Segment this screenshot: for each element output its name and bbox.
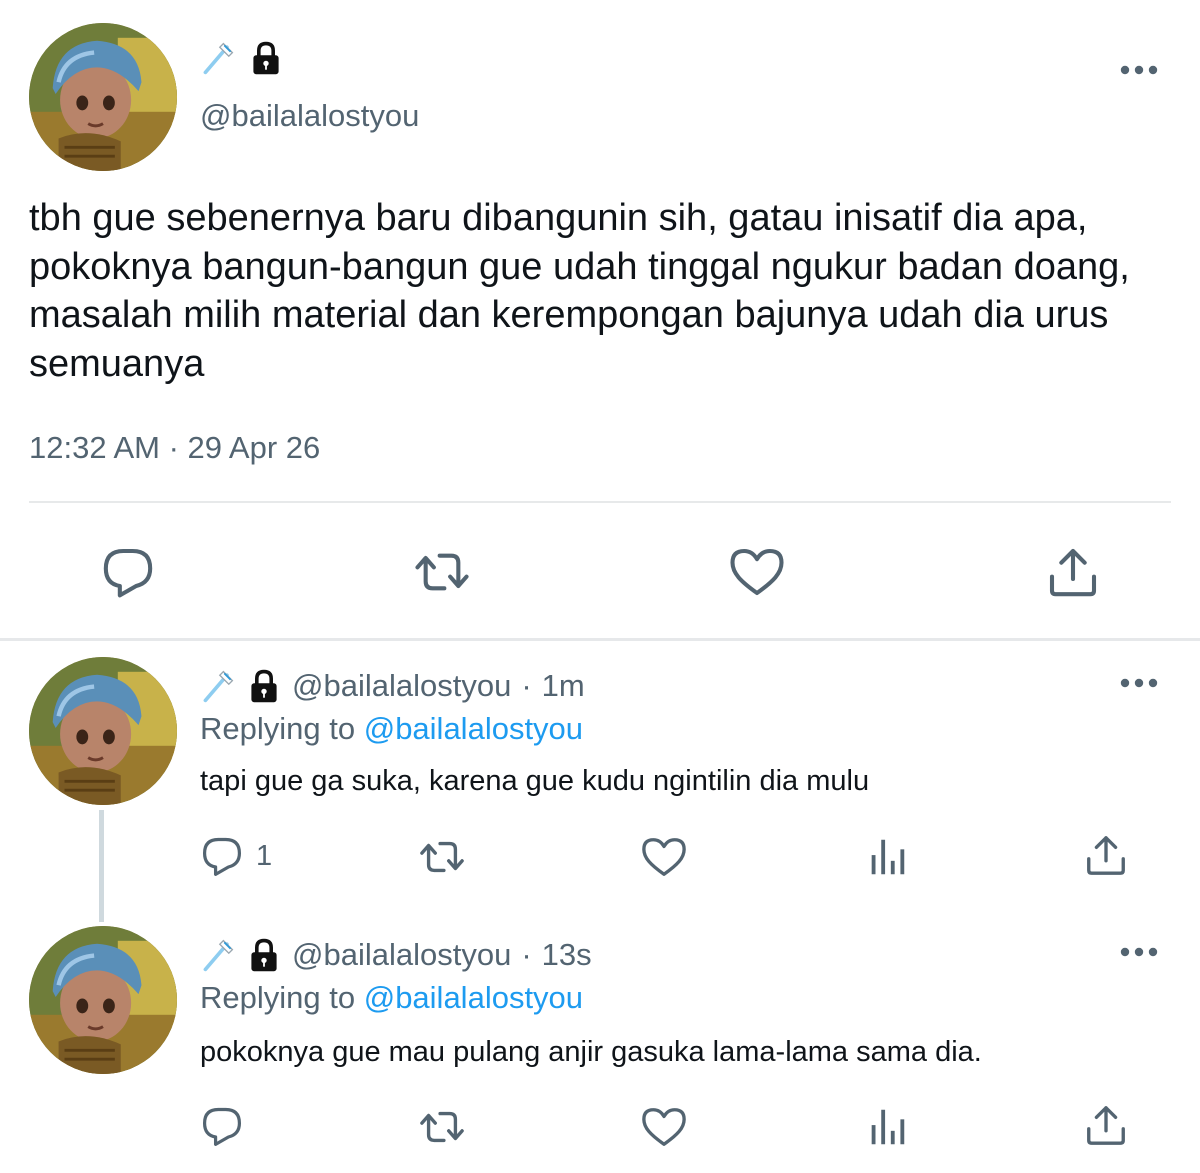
analytics-icon[interactable] <box>864 1104 910 1150</box>
avatar[interactable] <box>29 926 177 1074</box>
lock-icon <box>248 40 284 76</box>
mention-link[interactable]: @bailalalostyou <box>364 711 583 746</box>
toothbrush-icon <box>200 668 236 704</box>
more-options-icon[interactable] <box>1119 946 1159 958</box>
replying-to-line: Replying to @bailalalostyou <box>200 711 583 747</box>
like-icon[interactable] <box>641 1104 687 1150</box>
lock-icon <box>246 668 282 704</box>
analytics-icon[interactable] <box>864 834 910 880</box>
relative-time[interactable]: 13s <box>542 937 592 973</box>
reply-icon[interactable] <box>200 1104 244 1148</box>
display-name[interactable] <box>200 937 282 973</box>
share-icon[interactable] <box>1045 544 1101 600</box>
avatar[interactable] <box>29 657 177 805</box>
separator-dot: · <box>521 937 532 972</box>
replying-prefix: Replying to <box>200 980 356 1015</box>
lock-icon <box>246 937 282 973</box>
reply-count: 1 <box>256 839 273 872</box>
thread-line <box>99 810 104 922</box>
more-options-icon[interactable] <box>1119 677 1159 689</box>
replying-to-line: Replying to @bailalalostyou <box>200 980 583 1016</box>
display-name[interactable] <box>200 40 284 76</box>
tweet-text: tbh gue sebenernya baru dibangunin sih, … <box>29 197 1130 385</box>
reply-header: @bailalalostyou · 1m <box>200 666 585 706</box>
share-icon[interactable] <box>1083 1102 1129 1148</box>
like-icon[interactable] <box>729 544 785 600</box>
retweet-icon[interactable] <box>416 1104 468 1150</box>
tweet-timestamp[interactable]: 12:32 AM · 29 Apr 26 <box>29 430 320 466</box>
more-options-icon[interactable] <box>1119 64 1159 76</box>
toothbrush-icon <box>200 40 236 76</box>
like-icon[interactable] <box>641 834 687 880</box>
author-handle[interactable]: @bailalalostyou <box>292 937 511 973</box>
retweet-icon[interactable] <box>410 544 474 600</box>
divider <box>29 501 1171 503</box>
reply-icon[interactable] <box>100 544 156 600</box>
relative-time[interactable]: 1m <box>542 668 585 704</box>
section-divider <box>0 638 1200 641</box>
replying-prefix: Replying to <box>200 711 356 746</box>
share-icon[interactable] <box>1083 832 1129 878</box>
avatar[interactable] <box>29 23 177 171</box>
separator-dot: · <box>521 668 532 703</box>
reply-action[interactable]: 1 <box>200 834 272 878</box>
author-handle[interactable]: @bailalalostyou <box>292 668 511 704</box>
mention-link[interactable]: @bailalalostyou <box>364 980 583 1015</box>
tweet-text: pokoknya gue mau pulang anjir gasuka lam… <box>200 1036 982 1068</box>
reply-icon[interactable] <box>200 834 244 878</box>
author-handle[interactable]: @bailalalostyou <box>200 98 419 134</box>
tweet-text: tapi gue ga suka, karena gue kudu nginti… <box>200 765 870 797</box>
reply-header: @bailalalostyou · 13s <box>200 935 592 975</box>
toothbrush-icon <box>200 937 236 973</box>
display-name[interactable] <box>200 668 282 704</box>
retweet-icon[interactable] <box>416 834 468 880</box>
